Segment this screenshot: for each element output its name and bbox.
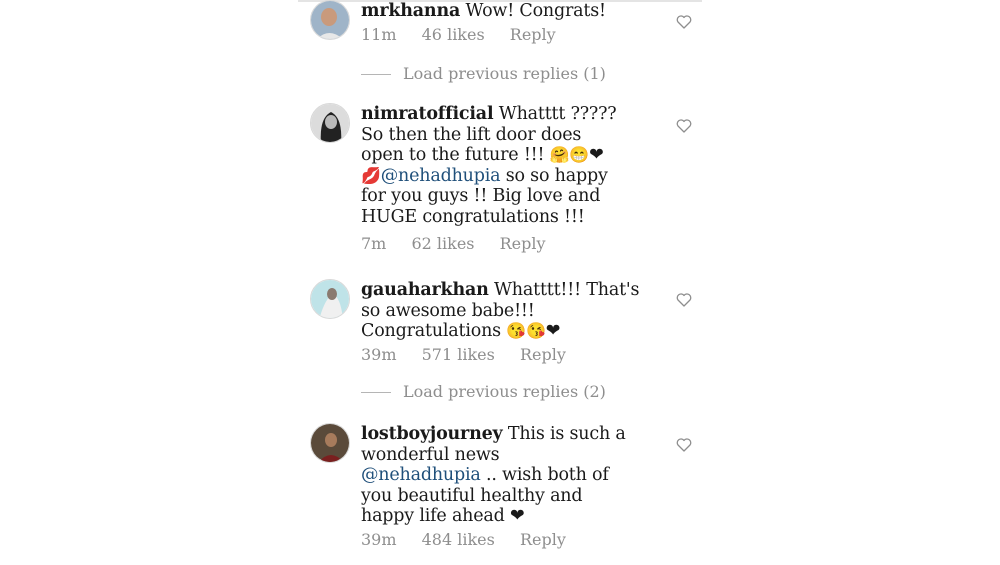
black-heart-icon: ❤ xyxy=(589,145,604,165)
kiss-emoji: 💋 xyxy=(361,165,381,185)
comment-body: open to the future !!! xyxy=(361,145,550,165)
avatar[interactable] xyxy=(310,0,350,40)
comment-text: nimratofficial Whatttt ????? So then the… xyxy=(361,104,651,227)
black-heart-icon: ❤ xyxy=(545,321,561,341)
comment-body: happy life ahead xyxy=(361,506,511,526)
comment-text: lostboyjourney This is such a wonderful … xyxy=(361,424,651,527)
comment-body: Whatttt ????? xyxy=(498,104,617,124)
avatar[interactable] xyxy=(310,423,350,463)
comment-body: Congratulations xyxy=(361,321,507,341)
timestamp: 39m xyxy=(361,530,397,549)
comment-body: Wow! Congrats! xyxy=(465,1,607,21)
timestamp: 7m xyxy=(361,234,387,253)
comment-body: wonderful news xyxy=(361,444,500,465)
comment-body: HUGE congratulations !!! xyxy=(361,206,585,227)
load-replies-label: Load previous replies (2) xyxy=(403,382,606,401)
comment-body: Whatttt!!! That's xyxy=(494,280,640,300)
comment-body: This is such a xyxy=(507,424,626,444)
load-replies-label: Load previous replies (1) xyxy=(403,64,606,83)
likes-count[interactable]: 62 likes xyxy=(411,234,474,253)
comment-body: so awesome babe!!! xyxy=(361,300,535,321)
comment-body: you beautiful healthy and xyxy=(361,485,583,506)
avatar[interactable] xyxy=(310,103,350,143)
reply-button[interactable]: Reply xyxy=(520,345,566,364)
comment-body: .. wish both of xyxy=(480,465,609,485)
likes-count[interactable]: 571 likes xyxy=(422,345,495,364)
timestamp: 39m xyxy=(361,345,397,364)
reply-button[interactable]: Reply xyxy=(500,234,546,253)
likes-count[interactable]: 46 likes xyxy=(422,25,485,44)
load-previous-replies[interactable]: Load previous replies (1) xyxy=(361,64,606,86)
mention-link[interactable]: @nehadhupia xyxy=(381,166,501,186)
username-link[interactable]: nimratofficial xyxy=(361,104,494,124)
divider-line xyxy=(361,392,391,393)
timestamp: 11m xyxy=(361,25,397,44)
reply-button[interactable]: Reply xyxy=(510,25,556,44)
comment-meta: 39m 484 likes Reply xyxy=(361,530,586,549)
heart-outline-icon[interactable] xyxy=(676,293,692,307)
emoji: 😘😘 xyxy=(506,321,546,340)
heart-outline-icon[interactable] xyxy=(676,119,692,133)
comments-panel: mrkhanna Wow! Congrats! 11m 46 likes Rep… xyxy=(298,0,702,565)
username-link[interactable]: lostboyjourney xyxy=(361,424,503,444)
avatar[interactable] xyxy=(310,279,350,319)
black-heart-icon: ❤ xyxy=(510,506,525,526)
comment-meta: 7m 62 likes Reply xyxy=(361,234,566,253)
comment-body: So then the lift door does xyxy=(361,124,582,145)
comment-text: gauaharkhan Whatttt!!! That's so awesome… xyxy=(361,280,651,342)
comment-meta: 11m 46 likes Reply xyxy=(361,25,576,44)
username-link[interactable]: gauaharkhan xyxy=(361,280,489,300)
username-link[interactable]: mrkhanna xyxy=(361,1,460,21)
reply-button[interactable]: Reply xyxy=(520,530,566,549)
heart-outline-icon[interactable] xyxy=(676,438,692,452)
load-previous-replies[interactable]: Load previous replies (2) xyxy=(361,382,606,404)
likes-count[interactable]: 484 likes xyxy=(422,530,495,549)
comment-meta: 39m 571 likes Reply xyxy=(361,345,586,364)
comment-body: for you guys !! Big love and xyxy=(361,186,601,206)
emoji: 🤗😁 xyxy=(549,145,590,164)
divider-line xyxy=(361,74,391,75)
heart-outline-icon[interactable] xyxy=(676,15,692,29)
mention-link[interactable]: @nehadhupia xyxy=(361,465,481,485)
comment-text: mrkhanna Wow! Congrats! xyxy=(361,1,651,22)
comment-body: so so happy xyxy=(500,165,608,186)
